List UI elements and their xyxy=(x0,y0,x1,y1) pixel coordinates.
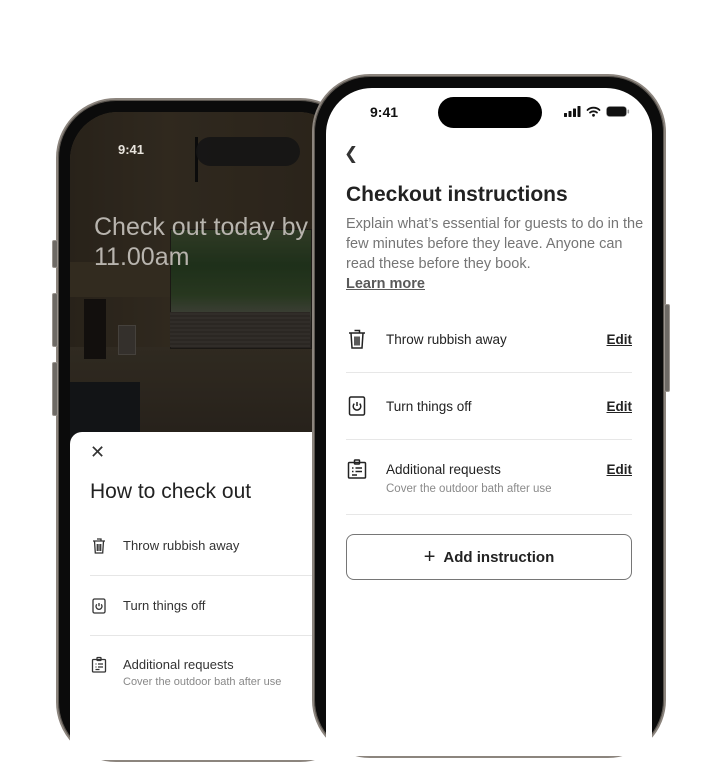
signal-icon xyxy=(564,106,581,117)
item-label: Additional requests xyxy=(123,657,234,672)
trash-icon xyxy=(349,329,365,349)
divider xyxy=(346,514,632,515)
chevron-left-icon[interactable]: ❮ xyxy=(344,144,358,164)
status-time: 9:41 xyxy=(118,142,145,157)
item-label: Throw rubbish away xyxy=(386,332,507,347)
item-sub: Cover the outdoor bath after use xyxy=(123,676,282,688)
power-icon xyxy=(348,396,366,416)
list-item: Additional requests Cover the outdoor ba… xyxy=(346,458,632,503)
wifi-icon xyxy=(586,106,601,117)
divider xyxy=(90,635,346,636)
side-button xyxy=(52,362,58,416)
plus-icon: + xyxy=(423,546,436,568)
battery-icon xyxy=(606,106,630,117)
clipboard-icon xyxy=(347,459,367,479)
page-description: Explain what’s essential for guests to d… xyxy=(346,214,646,294)
item-label: Additional requests xyxy=(386,462,501,477)
status-time: 9:41 xyxy=(370,104,399,120)
front-phone-screen: 9:41 ❮ Checkout instructions Explain wha… xyxy=(326,88,652,756)
side-button xyxy=(52,293,58,347)
divider xyxy=(346,372,632,373)
front-phone-frame: 9:41 ❮ Checkout instructions Explain wha… xyxy=(312,74,670,758)
list-item: Turn things off xyxy=(90,597,346,657)
list-item: Turn things off Edit xyxy=(346,395,632,425)
edit-button[interactable]: Edit xyxy=(607,332,633,347)
divider xyxy=(346,439,632,440)
divider xyxy=(90,575,346,576)
page-title: Checkout instructions xyxy=(346,183,568,206)
how-to-check-out-sheet: ✕ How to check out Throw rubbish away Tu… xyxy=(70,432,346,760)
list-item: Additional requests Cover the outdoor ba… xyxy=(90,656,346,716)
back-phone-screen: 9:41 Check out today by 11.00am ✕ How to… xyxy=(70,112,346,760)
side-button xyxy=(664,304,670,392)
edit-button[interactable]: Edit xyxy=(607,399,633,414)
item-label: Throw rubbish away xyxy=(123,538,240,553)
add-instruction-button[interactable]: + Add instruction xyxy=(346,534,632,580)
description-text: Explain what’s essential for guests to d… xyxy=(346,216,644,272)
checkout-headline: Check out today by 11.00am xyxy=(94,213,309,271)
dynamic-island xyxy=(438,97,542,128)
power-icon xyxy=(92,598,106,614)
item-sub: Cover the outdoor bath after use xyxy=(386,483,552,495)
item-label: Turn things off xyxy=(386,399,472,414)
add-instruction-label: Add instruction xyxy=(443,548,555,566)
sheet-title: How to check out xyxy=(90,480,252,503)
clipboard-icon xyxy=(91,656,107,673)
list-item: Throw rubbish away Edit xyxy=(346,328,632,358)
dynamic-island xyxy=(196,137,300,166)
learn-more-link[interactable]: Learn more xyxy=(346,274,425,294)
side-button xyxy=(52,240,58,268)
close-icon[interactable]: ✕ xyxy=(90,442,105,463)
item-label: Turn things off xyxy=(123,598,206,613)
edit-button[interactable]: Edit xyxy=(607,462,633,477)
status-bar: 9:41 xyxy=(326,88,652,138)
list-item: Throw rubbish away xyxy=(90,537,346,597)
trash-icon xyxy=(93,538,105,554)
